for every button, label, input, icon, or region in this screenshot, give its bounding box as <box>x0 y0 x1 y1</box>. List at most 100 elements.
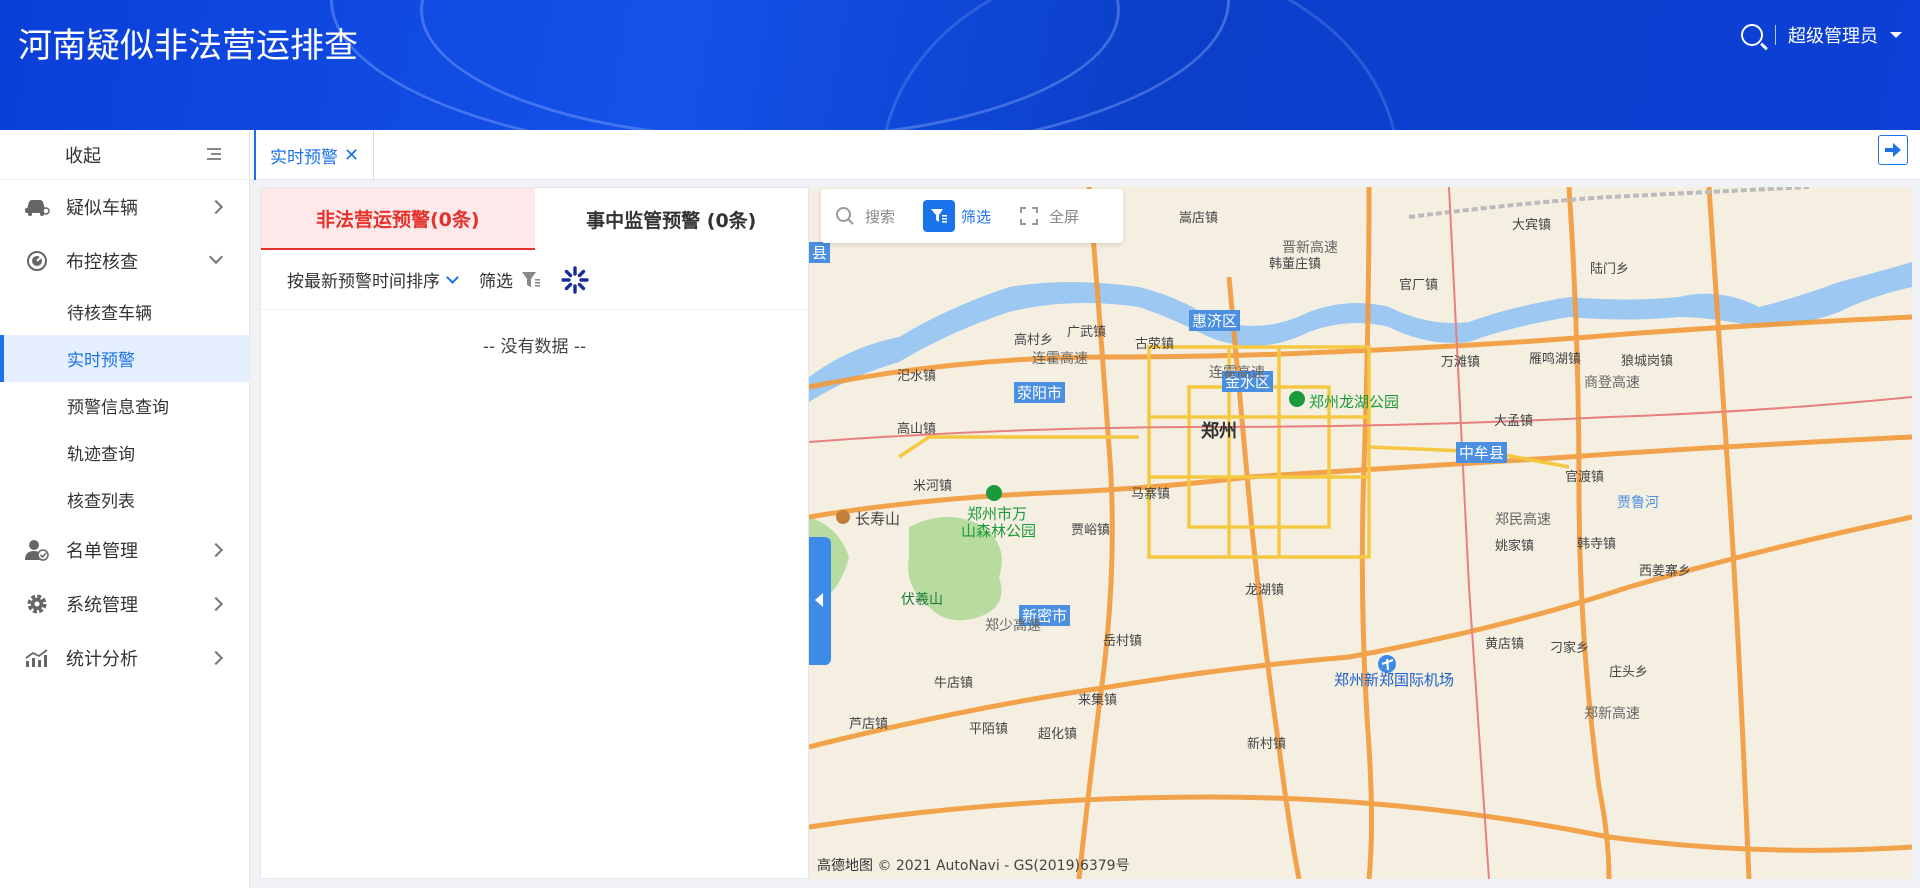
map-label-town: 马寨镇 <box>1131 487 1171 502</box>
sidebar-subitem-track-query[interactable]: 轨迹查询 <box>0 429 249 476</box>
gear-icon <box>24 593 50 615</box>
map-label-poi: 伏羲山 <box>901 592 943 608</box>
map-label-town: 汜水镇 <box>897 369 937 384</box>
map-label-town: 平陌镇 <box>969 722 1009 737</box>
map-label-highway: 连霍高速 <box>1209 365 1265 381</box>
map-label-town: 古荥镇 <box>1135 337 1175 352</box>
gauge-icon <box>24 250 50 272</box>
map-label-highway: 商登高速 <box>1584 375 1640 391</box>
tab-label: 实时预警 <box>270 147 338 168</box>
chevron-right-icon <box>208 199 224 215</box>
tab-supervision[interactable]: 事中监管预警 (0条) <box>534 188 808 250</box>
map-copyright: © 2021 AutoNavi - GS(2019)6379号 <box>877 858 1130 874</box>
loading-icon <box>561 265 589 294</box>
map-label-town: 官厂镇 <box>1399 278 1439 293</box>
collapse-label: 收起 <box>65 145 101 167</box>
map-label-town: 韩寺镇 <box>1577 537 1617 552</box>
filter-icon[interactable] <box>521 271 541 289</box>
panel-tabs: 非法营运预警(0条) 事中监管预警 (0条) <box>261 188 808 250</box>
sidebar-item-statistics[interactable]: 统计分析 <box>0 631 249 685</box>
map-label-town: 黄店镇 <box>1485 637 1525 652</box>
app-title: 河南疑似非法营运排查 <box>18 26 358 66</box>
tab-illegal-operation[interactable]: 非法营运预警(0条) <box>261 188 535 250</box>
chart-icon <box>24 647 50 669</box>
user-name[interactable]: 超级管理员 <box>1788 22 1878 48</box>
map-label-town: 雁鸣湖镇 <box>1529 352 1582 367</box>
map-attribution: 高德地图 © 2021 AutoNavi - GS(2019)6379号 <box>817 855 1130 875</box>
filter-button[interactable]: 筛选 <box>479 267 513 292</box>
panel-toggle-button[interactable] <box>809 537 831 665</box>
sidebar-subitem-pending-vehicles[interactable]: 待核查车辆 <box>0 288 249 335</box>
chevron-down-icon[interactable] <box>446 270 459 284</box>
chevron-right-icon <box>208 596 224 612</box>
exit-button[interactable] <box>1878 135 1908 165</box>
sidebar-item-control-check[interactable]: 布控核查 <box>0 234 249 288</box>
map-label-highway: 连霍高速 <box>1032 351 1088 367</box>
map-label-town: 米河镇 <box>913 479 953 494</box>
map-label-poi: 郑州新郑国际机场 <box>1334 671 1455 689</box>
map-label-town: 来集镇 <box>1078 693 1118 708</box>
map-label-poi: 山森林公园 <box>961 522 1037 540</box>
tab-realtime-alert[interactable]: 实时预警 ✕ <box>254 130 375 180</box>
chevron-down-icon[interactable] <box>1890 32 1902 38</box>
sidebar-item-label: 统计分析 <box>66 649 138 670</box>
map-label-town: 姚家镇 <box>1495 539 1535 554</box>
search-icon[interactable] <box>1741 24 1763 46</box>
map-label-highway: 郑新高速 <box>1584 706 1640 722</box>
map-label-poi: 郑州龙湖公园 <box>1309 393 1400 411</box>
fullscreen-icon <box>1020 207 1039 225</box>
close-icon[interactable]: ✕ <box>344 145 359 166</box>
map-label-highway: 郑少高速 <box>985 618 1041 634</box>
collapse-icon[interactable] <box>207 148 221 160</box>
map-label-city: 郑州 <box>1201 421 1237 442</box>
search-icon <box>836 207 854 225</box>
panel-toolbar: 按最新预警时间排序 筛选 <box>261 250 808 310</box>
sidebar-item-label: 系统管理 <box>66 595 138 616</box>
alert-panel: 非法营运预警(0条) 事中监管预警 (0条) 按最新预警时间排序 筛选 -- 没… <box>260 187 809 879</box>
map-label-town: 狼城岗镇 <box>1621 354 1674 369</box>
map-label-town: 芦店镇 <box>849 717 889 732</box>
map-label-town: 高山镇 <box>897 422 937 437</box>
map-label-town: 牛店镇 <box>934 676 974 691</box>
map-toolbar: 搜索 筛选 全屏 <box>821 189 1123 243</box>
map-fullscreen-button[interactable]: 全屏 <box>1005 189 1093 243</box>
map-search-button[interactable]: 搜索 <box>821 189 909 243</box>
sidebar-item-label: 布控核查 <box>66 252 138 273</box>
header-actions: 超级管理员 <box>1741 22 1902 48</box>
map-logo: 高德地图 <box>817 858 873 874</box>
app-header: 河南疑似非法营运排查 超级管理员 <box>0 0 1920 130</box>
sidebar-item-label: 疑似车辆 <box>66 198 138 219</box>
map-label-town: 刁家乡 <box>1550 641 1590 656</box>
map-label-town: 超化镇 <box>1038 727 1078 742</box>
header-decoration <box>880 0 1400 130</box>
sidebar-collapse-button[interactable]: 收起 <box>0 130 249 180</box>
user-check-icon <box>24 539 50 561</box>
map-label-district: 荥阳市 <box>1014 382 1066 403</box>
sidebar-item-system-management[interactable]: 系统管理 <box>0 577 249 631</box>
empty-state: -- 没有数据 -- <box>482 337 587 357</box>
map-label-poi: 长寿山 <box>855 510 901 528</box>
map-label-town: 万滩镇 <box>1441 355 1481 370</box>
divider <box>1775 25 1776 45</box>
map-label-town: 岳村镇 <box>1103 634 1143 649</box>
sidebar-subitem-realtime-alert[interactable]: 实时预警 <box>0 335 249 382</box>
map-label-district: 中牟县 <box>1456 442 1508 463</box>
map-label-river: 贾鲁河 <box>1617 495 1659 511</box>
map-filter-button[interactable]: 筛选 <box>909 189 1005 243</box>
map-view[interactable]: 郑州 惠济区 金水区 荥阳市 中牟县 新密市 县 郑州龙湖公园 郑州市万 山森林… <box>809 187 1912 879</box>
map-label-district: 惠济区 <box>1189 310 1241 331</box>
chevron-down-icon <box>208 249 224 265</box>
map-label-town: 陆门乡 <box>1590 262 1630 277</box>
sidebar-subitem-check-list[interactable]: 核查列表 <box>0 476 249 523</box>
sidebar-subitem-alert-query[interactable]: 预警信息查询 <box>0 382 249 429</box>
map-label-district: 县 <box>809 242 831 263</box>
sidebar-item-label: 名单管理 <box>66 541 138 562</box>
sort-dropdown[interactable]: 按最新预警时间排序 <box>287 267 440 292</box>
map-label-highway: 郑民高速 <box>1495 512 1551 528</box>
filter-icon <box>923 200 956 232</box>
sidebar-item-suspected-vehicles[interactable]: 疑似车辆 <box>0 180 249 234</box>
sidebar: 收起 疑似车辆 布控核查 待核查车辆 实时预警 预警信息查询 轨迹查询 核查列表… <box>0 130 250 888</box>
map-label-town: 新村镇 <box>1247 737 1287 752</box>
sidebar-item-list-management[interactable]: 名单管理 <box>0 523 249 577</box>
map-label-town: 西姜寨乡 <box>1639 564 1692 579</box>
